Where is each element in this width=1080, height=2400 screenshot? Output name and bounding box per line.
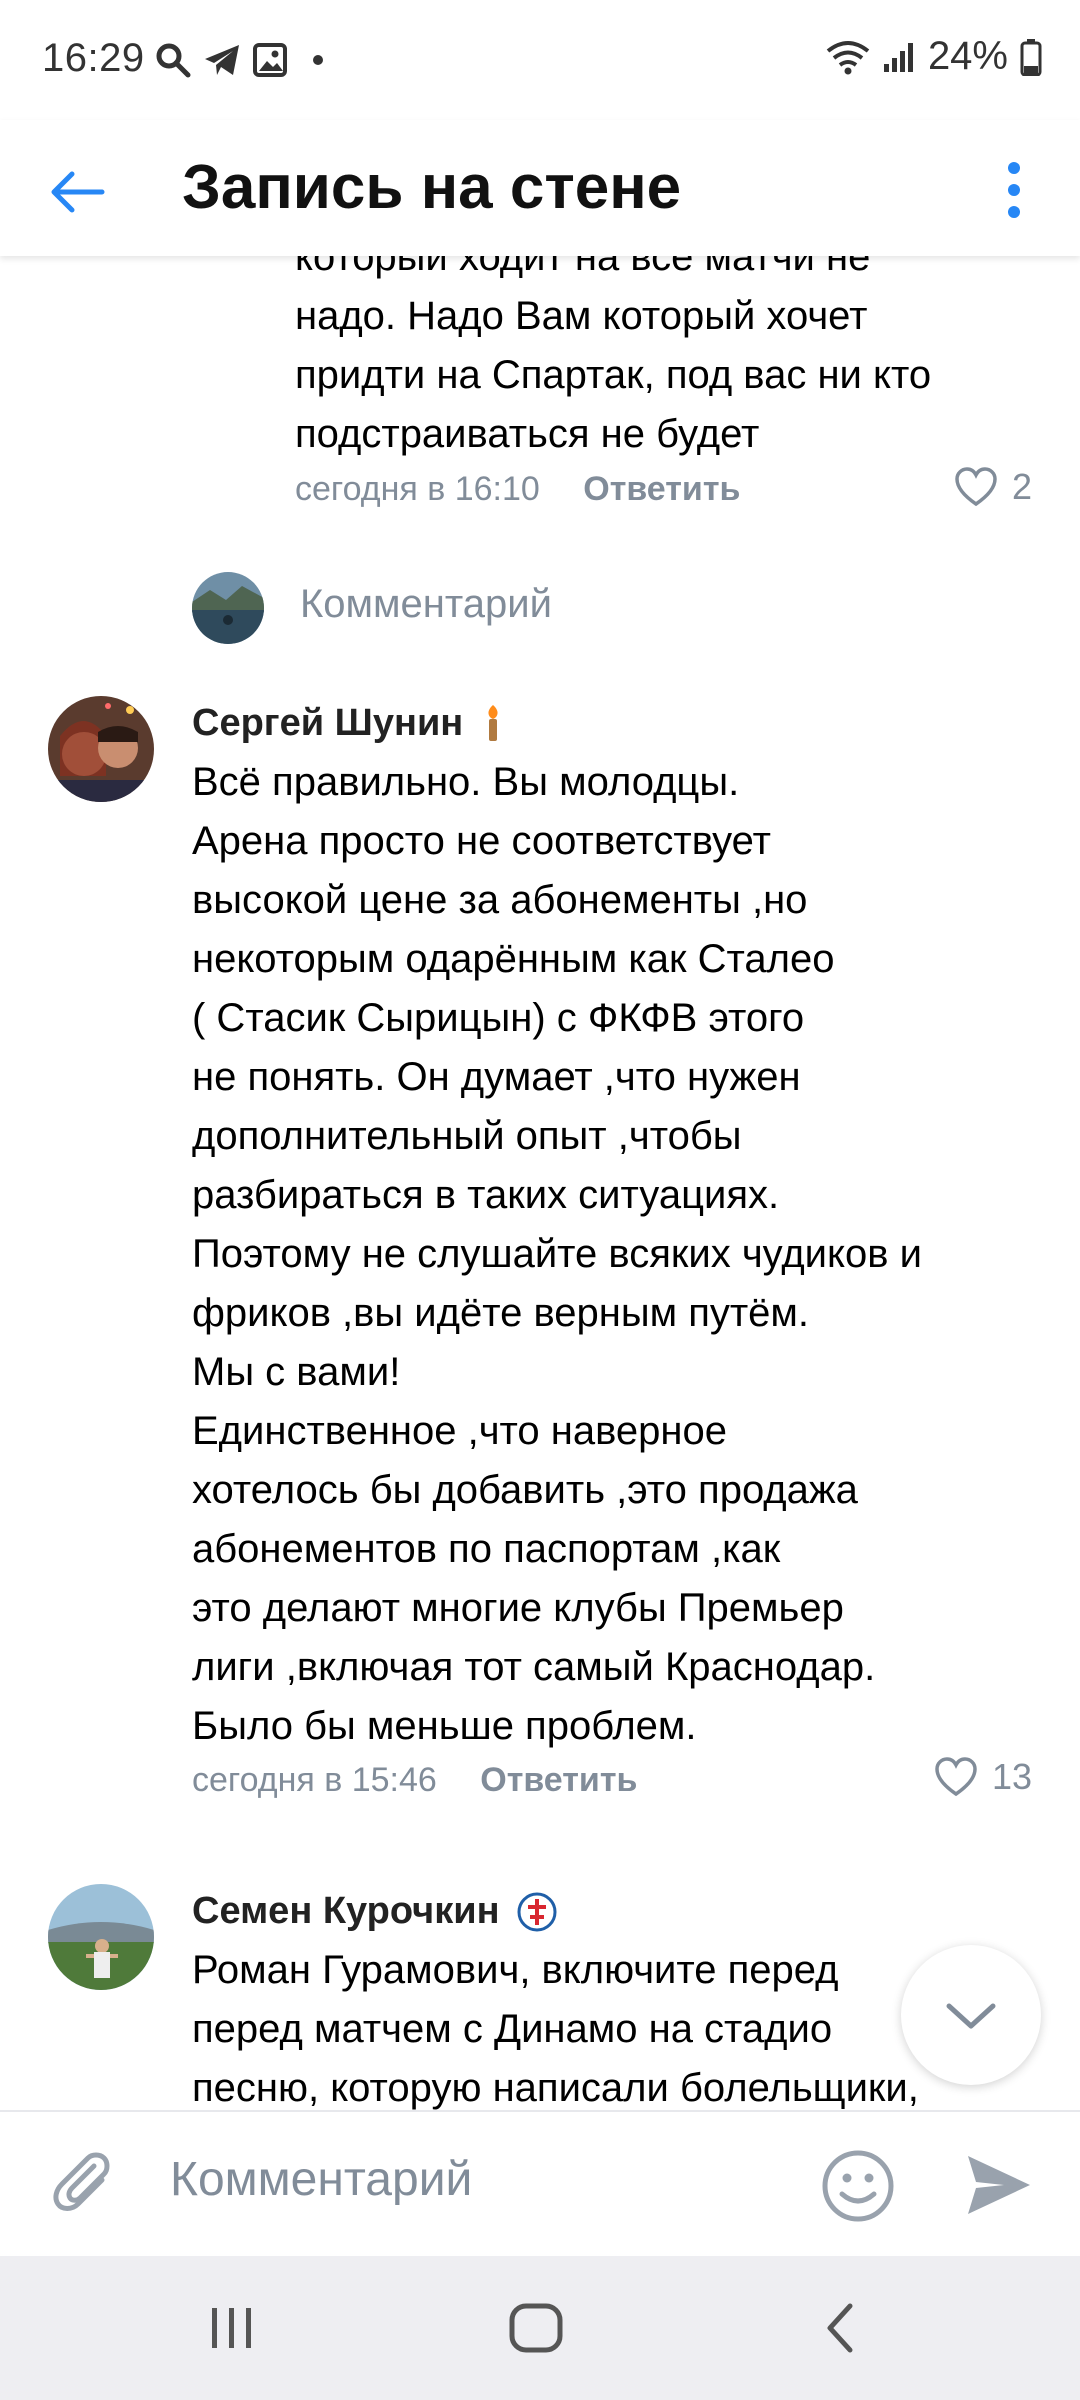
back-arrow-icon bbox=[51, 171, 105, 213]
comment-author[interactable]: Сергей Шунин bbox=[192, 702, 506, 745]
comments-feed[interactable]: который ходит на все матчи не надо. Надо… bbox=[0, 256, 1080, 2110]
chevron-down-icon bbox=[946, 2003, 996, 2029]
comment-time: сегодня в 15:46 bbox=[192, 1761, 437, 1799]
comment-meta: сегодня в 15:46 Ответить bbox=[192, 1761, 637, 1800]
comment-meta: сегодня в 16:10 Ответить bbox=[295, 470, 740, 509]
comment-text: Всё правильно. Вы молодцы. Арена просто … bbox=[192, 760, 922, 1748]
battery-percent: 24% bbox=[927, 34, 1008, 78]
scroll-down-button[interactable] bbox=[901, 1945, 1041, 2085]
page-title: Запись на стене bbox=[182, 153, 682, 222]
current-user-avatar bbox=[192, 572, 264, 644]
emoji-icon[interactable] bbox=[820, 2148, 896, 2224]
app-header: Запись на стене bbox=[0, 120, 1080, 256]
system-navigation-bar bbox=[0, 2256, 1080, 2400]
telegram-icon bbox=[205, 45, 239, 75]
recent-apps-icon[interactable] bbox=[204, 2300, 260, 2356]
torch-icon bbox=[488, 705, 498, 741]
comment-composer: Комментарий bbox=[0, 2110, 1080, 2258]
like-count: 13 bbox=[991, 1756, 1032, 1797]
home-icon[interactable] bbox=[506, 2300, 566, 2356]
search-icon bbox=[156, 43, 191, 78]
comment-time: сегодня в 16:10 bbox=[295, 470, 540, 508]
status-time: 16:29 bbox=[42, 36, 145, 80]
like-count: 2 bbox=[1011, 466, 1032, 507]
reply-button[interactable]: Ответить bbox=[583, 470, 740, 508]
status-notification-icons bbox=[155, 40, 323, 80]
comment-input[interactable]: Комментарий bbox=[170, 2152, 472, 2207]
fkfv-badge-icon bbox=[517, 1892, 557, 1932]
heart-icon bbox=[935, 1757, 977, 1797]
back-button[interactable] bbox=[46, 152, 126, 232]
signal-icon bbox=[883, 42, 913, 72]
like-button[interactable]: 13 bbox=[934, 1756, 1032, 1798]
avatar[interactable] bbox=[48, 1884, 154, 1990]
status-bar: 16:29 24% bbox=[0, 0, 1080, 120]
wifi-icon bbox=[826, 40, 870, 74]
status-right: 24% bbox=[826, 34, 1042, 79]
more-options-button[interactable] bbox=[994, 148, 1034, 232]
send-icon[interactable] bbox=[964, 2152, 1034, 2218]
comment-previous: который ходит на все матчи не надо. Надо… bbox=[295, 256, 1055, 464]
more-notifications-dot-icon bbox=[313, 55, 323, 65]
comment-author[interactable]: Семен Курочкин bbox=[192, 1890, 558, 1933]
gallery-icon bbox=[253, 43, 287, 77]
reply-button[interactable]: Ответить bbox=[480, 1761, 637, 1799]
avatar[interactable] bbox=[48, 696, 154, 802]
heart-icon bbox=[955, 467, 997, 507]
attach-icon[interactable] bbox=[50, 2150, 120, 2224]
reply-comment-input[interactable]: Комментарий bbox=[300, 582, 552, 627]
like-button[interactable]: 2 bbox=[954, 466, 1032, 508]
back-icon[interactable] bbox=[816, 2300, 864, 2356]
battery-icon bbox=[1020, 38, 1042, 76]
comment-text: который ходит на все матчи не надо. Надо… bbox=[295, 256, 932, 456]
more-vertical-icon bbox=[1008, 162, 1020, 174]
